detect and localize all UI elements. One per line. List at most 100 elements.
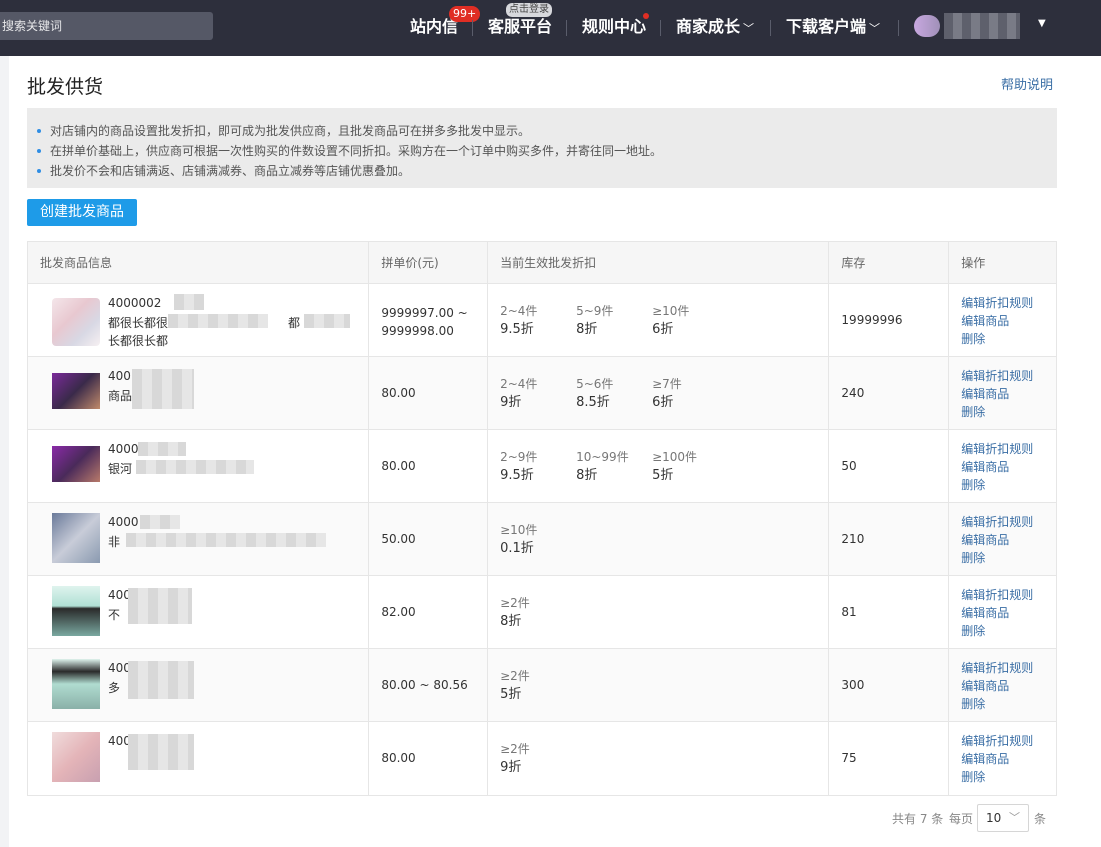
stock-cell: 50	[829, 430, 950, 502]
product-thumbnail[interactable]	[52, 659, 100, 709]
delete-link[interactable]: 删除	[961, 476, 1033, 494]
edit-discount-rule-link[interactable]: 编辑折扣规则	[961, 294, 1033, 312]
group-price: 80.00 ~ 80.56	[381, 678, 468, 692]
stock-value: 81	[841, 605, 857, 619]
notice-box: 对店铺内的商品设置批发折扣，即可成为批发供应商，且批发商品可在拼多多批发中显示。…	[27, 108, 1057, 188]
price-range-end: 9999998.00	[381, 324, 454, 338]
product-thumbnail[interactable]	[52, 446, 100, 482]
nav-merchant-growth[interactable]: 商家成长 ﹀	[676, 0, 754, 56]
edit-discount-rule-link[interactable]: 编辑折扣规则	[961, 440, 1033, 458]
tier-quantity: ≥10件	[652, 304, 690, 318]
edit-product-link[interactable]: 编辑商品	[961, 312, 1033, 330]
delete-link[interactable]: 删除	[961, 622, 1033, 640]
edit-product-link[interactable]: 编辑商品	[961, 385, 1033, 403]
edit-discount-rule-link[interactable]: 编辑折扣规则	[961, 367, 1033, 385]
group-price: 50.00	[381, 532, 416, 546]
table-row: 400 多 80.00 ~ 80.56 ≥2件 5折 300 编辑折扣规则 编辑商…	[28, 649, 1056, 722]
help-link[interactable]: 帮助说明	[1001, 74, 1053, 93]
delete-link[interactable]: 删除	[961, 403, 1033, 421]
delete-link[interactable]: 删除	[961, 330, 1033, 348]
product-name: 商品	[108, 389, 133, 403]
blurred-text	[126, 533, 326, 547]
edit-discount-rule-link[interactable]: 编辑折扣规则	[961, 659, 1033, 677]
edit-discount-rule-link[interactable]: 编辑折扣规则	[961, 586, 1033, 604]
product-info-cell: 4000002 都很长都很 都 长都很长都	[28, 284, 370, 356]
stock-value: 240	[841, 386, 865, 400]
blurred-text	[128, 588, 192, 624]
login-hint-tag: 点击登录	[506, 3, 552, 17]
discount-cell: 2~4件 9.5折 5~9件 8折 ≥10件 6折	[488, 284, 830, 356]
per-page-label: 每页	[949, 812, 974, 826]
discount-cell: ≥10件 0.1折	[488, 503, 830, 575]
discount-tier: ≥7件 6折	[652, 375, 682, 413]
delete-link[interactable]: 删除	[961, 549, 1033, 567]
group-price: 80.00	[381, 459, 416, 473]
avatar[interactable]	[914, 15, 940, 37]
header-actions: 操作	[961, 256, 986, 270]
edit-product-link[interactable]: 编辑商品	[961, 750, 1033, 768]
blurred-text	[132, 369, 194, 409]
chevron-down-icon: ﹀	[869, 22, 881, 35]
notification-dot	[643, 13, 649, 19]
create-wholesale-product-button[interactable]: 创建批发商品	[27, 199, 137, 226]
tier-discount: 6折	[652, 395, 674, 410]
header-discount: 当前生效批发折扣	[488, 242, 830, 283]
delete-link[interactable]: 删除	[961, 768, 1033, 786]
page-title: 批发供货	[27, 76, 104, 98]
edit-product-link[interactable]: 编辑商品	[961, 531, 1033, 549]
tier-quantity: ≥2件	[500, 742, 530, 756]
actions-cell: 编辑折扣规则 编辑商品 删除	[949, 722, 1056, 795]
product-thumbnail[interactable]	[52, 298, 100, 346]
stock-value: 210	[841, 532, 865, 546]
edit-product-link[interactable]: 编辑商品	[961, 677, 1033, 695]
product-thumbnail[interactable]	[52, 586, 100, 636]
discount-tier: ≥2件 8折	[500, 594, 530, 632]
nav-rules-center[interactable]: 规则中心	[582, 0, 646, 56]
search-input[interactable]: 搜索关键词	[0, 12, 213, 40]
discount-tier: 10~99件 8折	[576, 448, 629, 486]
blurred-text	[136, 460, 254, 474]
delete-link[interactable]: 删除	[961, 695, 1033, 713]
notice-item: 批发价不会和店铺满返、店铺满减券、商品立减券等店铺优惠叠加。	[27, 161, 1057, 181]
discount-tier: ≥10件 6折	[652, 302, 689, 340]
header-group-price: 拼单价(元)	[369, 242, 489, 283]
discount-tier: ≥2件 5折	[500, 667, 530, 705]
product-name-line2: 长都很长都	[108, 334, 169, 348]
product-name: 不	[108, 608, 121, 622]
tier-quantity: ≥10件	[500, 523, 538, 537]
tier-discount: 6折	[652, 322, 674, 337]
price-cell: 50.00	[369, 503, 489, 575]
product-thumbnail[interactable]	[52, 373, 100, 409]
nav-divider	[472, 20, 473, 36]
product-thumbnail[interactable]	[52, 732, 100, 782]
group-price: 9999997.00 ~ 9999998.00	[381, 304, 467, 340]
caret-down-icon[interactable]: ▼	[1038, 18, 1046, 29]
tier-discount: 9.5折	[500, 468, 534, 483]
nav-divider	[770, 20, 771, 36]
product-id: 400	[108, 369, 131, 383]
product-id: 4000	[108, 515, 139, 529]
stock-value: 300	[841, 678, 865, 692]
edit-product-link[interactable]: 编辑商品	[961, 604, 1033, 622]
edit-product-link[interactable]: 编辑商品	[961, 458, 1033, 476]
product-name: 银河	[108, 462, 133, 476]
actions-cell: 编辑折扣规则 编辑商品 删除	[949, 430, 1056, 502]
discount-cell: ≥2件 5折	[488, 649, 830, 721]
per-page-unit: 条	[1034, 812, 1047, 826]
stock-value: 19999996	[841, 313, 903, 327]
edit-discount-rule-link[interactable]: 编辑折扣规则	[961, 732, 1033, 750]
discount-tier: 2~9件 9.5折	[500, 448, 537, 486]
stock-cell: 81	[829, 576, 950, 648]
product-name: 非	[108, 535, 121, 549]
product-thumbnail[interactable]	[52, 513, 100, 563]
nav-divider	[660, 20, 661, 36]
page-size-select[interactable]: 10 ﹀	[977, 804, 1029, 832]
tier-quantity: 5~9件	[576, 304, 614, 318]
table-header: 批发商品信息 拼单价(元) 当前生效批发折扣 库存 操作	[28, 242, 1056, 284]
nav-download-client[interactable]: 下载客户端 ﹀	[786, 0, 880, 56]
product-info-cell: 400 不	[28, 576, 370, 648]
notice-item: 在拼单价基础上，供应商可根据一次性购买的件数设置不同折扣。采购方在一个订单中购买…	[27, 141, 1057, 161]
tier-discount: 5折	[500, 687, 522, 702]
table-row: 4000 非 50.00 ≥10件 0.1折 210 编辑折扣规则 编辑商品 删除	[28, 503, 1056, 576]
edit-discount-rule-link[interactable]: 编辑折扣规则	[961, 513, 1033, 531]
